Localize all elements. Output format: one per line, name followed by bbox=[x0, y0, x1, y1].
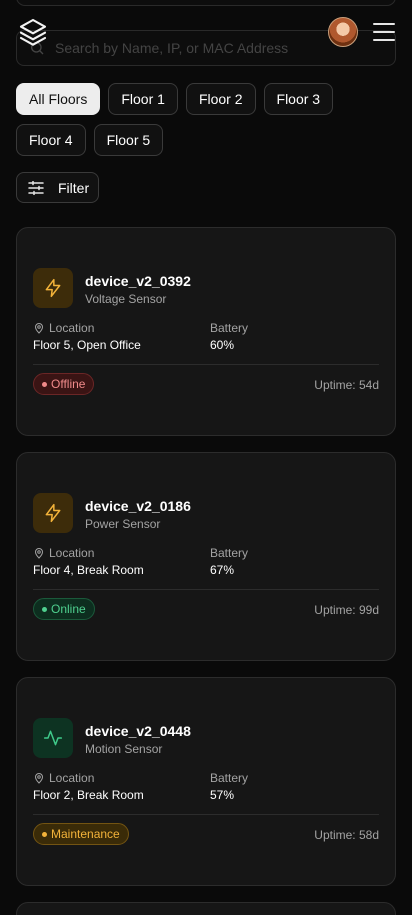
filter-label: Filter bbox=[58, 179, 90, 196]
status-label: Offline bbox=[51, 377, 86, 391]
activity-icon bbox=[33, 718, 73, 758]
location-label: Location bbox=[49, 546, 95, 560]
battery-label: Battery bbox=[210, 546, 249, 560]
uptime: Uptime: 99d bbox=[314, 603, 379, 617]
location-label: Location bbox=[49, 321, 95, 335]
filter-button[interactable]: Filter bbox=[16, 172, 99, 203]
location-value: Floor 2, Break Room bbox=[33, 788, 144, 802]
divider bbox=[33, 589, 379, 590]
floor-chip-floor-3[interactable]: Floor 3 bbox=[263, 83, 334, 115]
location-label-row: Location bbox=[33, 771, 94, 785]
status-badge: Online bbox=[33, 598, 95, 620]
status-dot bbox=[42, 381, 47, 387]
search-input[interactable] bbox=[55, 40, 375, 56]
floor-chip-all-floors[interactable]: All Floors bbox=[16, 83, 101, 115]
floor-filter-chips: All Floors Floor 1 Floor 2 Floor 3 Floor… bbox=[16, 83, 336, 156]
divider bbox=[33, 814, 379, 815]
battery-value: 67% bbox=[210, 563, 235, 577]
battery-value: 60% bbox=[210, 338, 235, 352]
battery-label: Battery bbox=[210, 321, 249, 335]
location-value: Floor 4, Break Room bbox=[33, 563, 144, 577]
map-pin-icon bbox=[34, 548, 44, 559]
previous-card-edge bbox=[16, 0, 396, 6]
floor-chip-floor-4[interactable]: Floor 4 bbox=[16, 124, 86, 156]
device-type: Power Sensor bbox=[85, 517, 161, 531]
device-type: Motion Sensor bbox=[85, 742, 163, 756]
sliders-icon bbox=[28, 180, 44, 195]
uptime: Uptime: 58d bbox=[314, 828, 379, 842]
status-badge: Offline bbox=[33, 373, 95, 395]
device-card[interactable]: device_v2_0392 Voltage Sensor Location F… bbox=[16, 227, 396, 436]
map-pin-icon bbox=[34, 323, 44, 334]
map-pin-icon bbox=[34, 773, 44, 784]
divider bbox=[33, 364, 379, 365]
battery-label: Battery bbox=[210, 771, 249, 785]
device-type: Voltage Sensor bbox=[85, 292, 167, 306]
floor-chip-floor-1[interactable]: Floor 1 bbox=[108, 83, 178, 115]
floor-chip-floor-5[interactable]: Floor 5 bbox=[93, 124, 164, 156]
status-label: Maintenance bbox=[51, 827, 120, 841]
battery-value: 57% bbox=[210, 788, 235, 802]
location-label-row: Location bbox=[33, 321, 94, 335]
uptime: Uptime: 54d bbox=[314, 378, 379, 392]
layers-logo-icon[interactable] bbox=[16, 15, 50, 49]
status-dot bbox=[42, 606, 47, 612]
location-value: Floor 5, Open Office bbox=[33, 338, 141, 352]
location-label-row: Location bbox=[33, 546, 94, 560]
floor-chip-floor-2[interactable]: Floor 2 bbox=[185, 83, 256, 115]
bolt-icon bbox=[33, 493, 73, 533]
device-card[interactable]: device_v2_0448 Motion Sensor Location Fl… bbox=[16, 677, 396, 886]
device-card[interactable]: device_v2_0186 Power Sensor Location Flo… bbox=[16, 452, 396, 661]
menu-icon[interactable] bbox=[372, 20, 396, 44]
avatar[interactable] bbox=[328, 17, 358, 47]
device-name: device_v2_0448 bbox=[85, 723, 191, 739]
bolt-icon bbox=[33, 268, 73, 308]
status-dot bbox=[42, 831, 47, 837]
status-badge: Maintenance bbox=[33, 823, 129, 845]
status-label: Online bbox=[51, 602, 86, 616]
device-name: device_v2_0186 bbox=[85, 498, 191, 514]
device-card-partial[interactable] bbox=[16, 902, 396, 915]
location-label: Location bbox=[49, 771, 95, 785]
device-name: device_v2_0392 bbox=[85, 273, 191, 289]
